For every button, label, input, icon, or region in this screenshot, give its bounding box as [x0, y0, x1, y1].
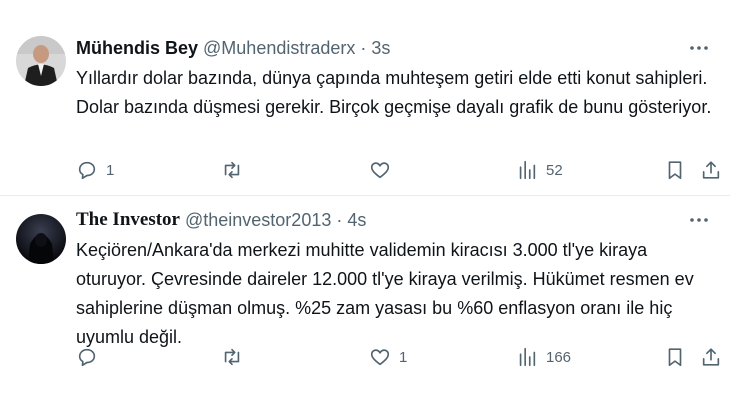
retweet-button[interactable] [221, 344, 251, 370]
tweet-2[interactable]: The Investor @theinvestor2013 · 4s Keçiö… [0, 196, 730, 420]
bookmark-icon [668, 161, 682, 180]
author-name[interactable]: The Investor [76, 209, 180, 231]
avatar-photo-icon [16, 214, 66, 264]
bookmark-button[interactable] [664, 344, 686, 370]
author-handle[interactable]: @Muhendistraderx [203, 38, 355, 59]
retweet-icon [224, 161, 240, 179]
like-count: 1 [399, 348, 408, 366]
share-button[interactable] [700, 344, 722, 370]
timestamp[interactable]: 3s [371, 38, 390, 59]
avatar[interactable] [16, 36, 66, 86]
bookmark-button[interactable] [664, 157, 686, 183]
views-icon [519, 347, 536, 367]
reply-button[interactable] [76, 344, 106, 370]
tweet-header: Mühendis Bey @Muhendistraderx · 3s [76, 37, 710, 59]
like-icon [370, 349, 390, 366]
action-bar: 1 52 [76, 157, 720, 183]
tweet-text: Keçiören/Ankara'da merkezi muhitte valid… [76, 240, 694, 347]
timestamp[interactable]: 4s [347, 210, 366, 231]
more-icon[interactable] [688, 37, 710, 59]
author-name[interactable]: Mühendis Bey [76, 38, 198, 59]
tweet-1[interactable]: Mühendis Bey @Muhendistraderx · 3s Yılla… [0, 0, 730, 196]
share-button[interactable] [700, 157, 722, 183]
reply-icon [78, 161, 96, 180]
separator-dot: · [336, 209, 343, 230]
author-handle[interactable]: @theinvestor2013 [185, 210, 331, 231]
avatar-photo-icon [16, 36, 66, 86]
tweet-header: The Investor @theinvestor2013 · 4s [76, 209, 710, 231]
views-icon [519, 160, 536, 180]
view-count: 52 [546, 161, 563, 179]
retweet-button[interactable] [221, 157, 251, 183]
share-icon [702, 161, 720, 179]
views-button[interactable]: 166 [516, 344, 571, 370]
action-bar: 1 166 [76, 344, 720, 370]
reply-icon [78, 348, 96, 367]
view-count: 166 [546, 348, 572, 366]
tweet-text: Yıllardır dolar bazında, dünya çapında m… [76, 68, 712, 117]
retweet-icon [224, 348, 240, 366]
separator-dot: · [360, 37, 367, 58]
like-icon [370, 162, 390, 179]
bookmark-icon [668, 348, 682, 367]
avatar[interactable] [16, 214, 66, 264]
like-button[interactable] [369, 157, 399, 183]
views-button[interactable]: 52 [516, 157, 563, 183]
more-icon[interactable] [688, 209, 710, 231]
reply-count: 1 [106, 161, 115, 179]
like-button[interactable]: 1 [369, 344, 407, 370]
share-icon [702, 348, 720, 366]
reply-button[interactable]: 1 [76, 157, 114, 183]
